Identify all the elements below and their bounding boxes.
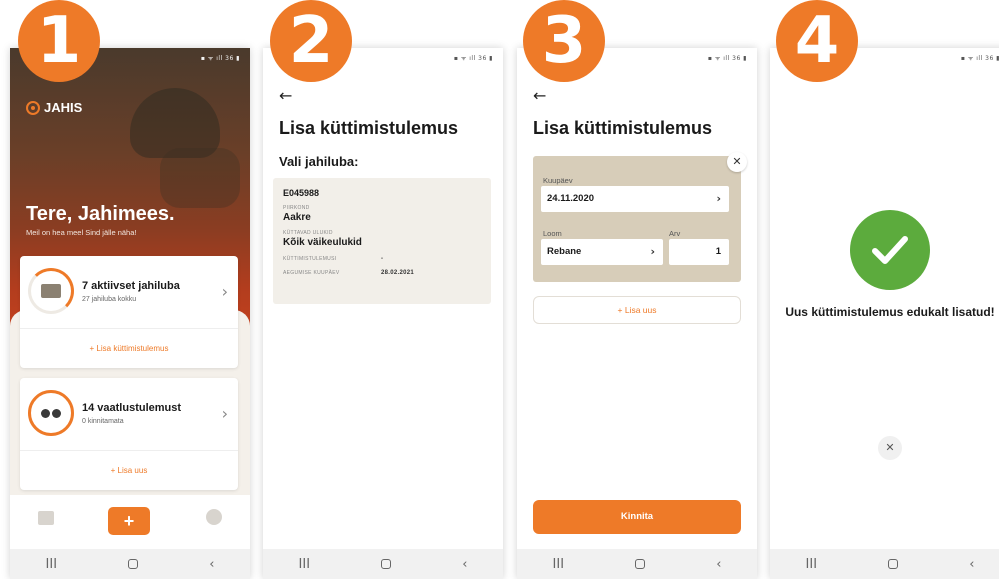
success-message: Uus küttimistulemus edukalt lisatud! <box>785 305 995 319</box>
profile-icon[interactable] <box>206 509 222 525</box>
permits-card: 7 aktiivset jahiluba 27 jahiluba kokku ›… <box>20 256 238 368</box>
animal-field[interactable]: Rebane › <box>541 239 663 265</box>
permit-id: E045988 <box>283 188 320 198</box>
add-observation-button[interactable]: + Lisa uus <box>20 450 238 490</box>
animal-value: Rebane <box>547 246 582 257</box>
animal-label: Loom <box>543 229 562 238</box>
step-1-badge: 1 <box>18 0 100 82</box>
system-nav-bar: III ‹ <box>263 549 503 579</box>
phone-screen-success: ▪ ᯤ ıll 36 ▮ Uus küttimistulemus edukalt… <box>770 48 999 579</box>
status-bar: ▪ ᯤ ıll 36 ▮ <box>960 55 999 62</box>
greeting-subtitle: Meil on hea meel Sind jälle näha! <box>26 228 137 237</box>
greeting-title: Tere, Jahimees. <box>26 203 175 225</box>
close-icon[interactable]: ✕ <box>727 152 747 172</box>
step-2-badge: 2 <box>270 0 352 82</box>
observations-title: 14 vaatlustulemust <box>82 402 182 414</box>
results-value: - <box>381 256 384 262</box>
logo-icon <box>26 100 40 115</box>
page-title: Lisa küttimistulemus <box>279 118 459 138</box>
chevron-right-icon: › <box>221 404 228 423</box>
result-form: Kuupäev 24.11.2020 › Loom Rebane › Arv 1 <box>533 156 741 282</box>
section-title: Vali jahiluba: <box>279 154 359 169</box>
observations-ring <box>28 390 74 436</box>
back-nav-icon[interactable]: ‹ <box>462 557 467 572</box>
recents-icon[interactable]: III <box>299 557 311 572</box>
results-row: KÜTTIMISTULEMUSI - <box>283 256 481 262</box>
home-nav-icon[interactable] <box>888 559 899 569</box>
phone-screen-home: ▪ ᯤ ıll 36 ▮ JAHIS Tere, Jahimees. Meil … <box>10 48 250 579</box>
status-bar: ▪ ᯤ ıll 36 ▮ <box>453 55 493 62</box>
permits-summary[interactable]: 7 aktiivset jahiluba 27 jahiluba kokku › <box>20 256 238 326</box>
permits-progress-ring <box>28 268 74 314</box>
back-nav-icon[interactable]: ‹ <box>209 557 214 572</box>
date-value: 24.11.2020 <box>547 193 595 204</box>
system-nav-bar: III ‹ <box>770 549 999 579</box>
permit-card-icon <box>41 284 61 298</box>
back-arrow-icon[interactable]: ← <box>279 86 292 105</box>
success-check-icon <box>850 210 930 290</box>
count-field[interactable]: 1 <box>669 239 729 265</box>
status-bar: ▪ ᯤ ıll 36 ▮ <box>707 55 747 62</box>
system-nav-bar: III ‹ <box>10 549 250 579</box>
bottom-tab-bar: + <box>10 495 250 549</box>
add-button[interactable]: + <box>108 507 150 535</box>
results-label: KÜTTIMISTULEMUSI <box>283 256 337 262</box>
area-value: Aakre <box>283 212 311 223</box>
recents-icon[interactable]: III <box>553 557 565 572</box>
species-label: KÜTTAVAD ULUKID <box>283 230 333 236</box>
home-icon[interactable] <box>38 511 54 525</box>
brand-name: JAHIS <box>44 100 83 115</box>
observations-card: 14 vaatlustulemust 0 kinnitamata › + Lis… <box>20 378 238 490</box>
binoculars-icon <box>41 408 61 418</box>
recents-icon[interactable]: III <box>806 557 818 572</box>
back-nav-icon[interactable]: ‹ <box>969 557 974 572</box>
date-field[interactable]: 24.11.2020 › <box>541 186 729 212</box>
permits-subtitle: 27 jahiluba kokku <box>82 296 137 303</box>
back-nav-icon[interactable]: ‹ <box>716 557 721 572</box>
expiry-row: AEGUMISE KUUPÄEV 28.02.2021 <box>283 270 481 276</box>
step-4-badge: 4 <box>776 0 858 82</box>
count-value: 1 <box>715 246 721 257</box>
status-bar: ▪ ᯤ ıll 36 ▮ <box>200 55 240 62</box>
home-nav-icon[interactable] <box>128 559 139 569</box>
count-label: Arv <box>669 229 681 238</box>
app-logo: JAHIS <box>26 100 82 115</box>
add-new-button[interactable]: + Lisa uus <box>533 296 741 324</box>
back-arrow-icon[interactable]: ← <box>533 86 546 105</box>
tutorial-strip: ▪ ᯤ ıll 36 ▮ JAHIS Tere, Jahimees. Meil … <box>0 0 999 579</box>
expiry-value: 28.02.2021 <box>381 270 415 276</box>
step-3-badge: 3 <box>523 0 605 82</box>
permit-card[interactable]: E045988 PIIRKOND Aakre KÜTTAVAD ULUKID K… <box>273 178 491 304</box>
recents-icon[interactable]: III <box>46 557 58 572</box>
add-hunting-result-button[interactable]: + Lisa küttimistulemus <box>20 328 238 368</box>
phone-screen-result-form: ▪ ᯤ ıll 36 ▮ ← Lisa küttimistulemus Kuup… <box>517 48 757 579</box>
species-value: Kõik väikeulukid <box>283 237 362 248</box>
area-label: PIIRKOND <box>283 205 310 211</box>
chevron-right-icon: › <box>716 192 721 205</box>
close-icon[interactable]: ✕ <box>878 436 902 460</box>
observations-summary[interactable]: 14 vaatlustulemust 0 kinnitamata › <box>20 378 238 448</box>
permits-title: 7 aktiivset jahiluba <box>82 280 180 292</box>
observations-subtitle: 0 kinnitamata <box>82 418 124 425</box>
expiry-label: AEGUMISE KUUPÄEV <box>283 270 340 276</box>
home-nav-icon[interactable] <box>635 559 646 569</box>
phone-screen-select-permit: ▪ ᯤ ıll 36 ▮ ← Lisa küttimistulemus Vali… <box>263 48 503 579</box>
date-label: Kuupäev <box>543 176 573 185</box>
system-nav-bar: III ‹ <box>517 549 757 579</box>
home-nav-icon[interactable] <box>381 559 392 569</box>
page-title: Lisa küttimistulemus <box>533 118 713 138</box>
chevron-right-icon: › <box>221 282 228 301</box>
chevron-right-icon: › <box>650 245 655 258</box>
confirm-button[interactable]: Kinnita <box>533 500 741 534</box>
